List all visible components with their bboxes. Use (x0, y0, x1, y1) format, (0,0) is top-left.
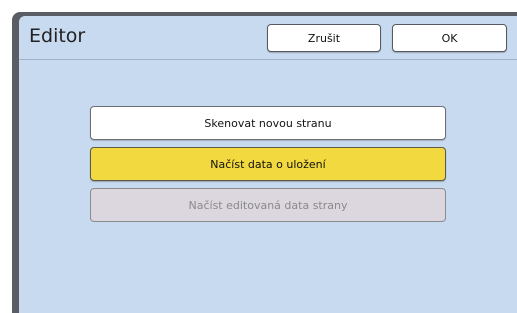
scan-new-page-button[interactable]: Skenovat novou stranu (90, 106, 446, 140)
ok-button[interactable]: OK (392, 24, 507, 52)
dialog-header: Editor Zrušit OK (19, 16, 517, 60)
load-saved-data-button[interactable]: Načíst data o uložení (90, 147, 446, 181)
editor-dialog: Editor Zrušit OK Skenovat novou stranu N… (19, 16, 517, 313)
load-edited-page-data-button: Načíst editovaná data strany (90, 188, 446, 222)
dialog-title: Editor (29, 25, 86, 47)
cancel-button[interactable]: Zrušit (267, 24, 381, 52)
